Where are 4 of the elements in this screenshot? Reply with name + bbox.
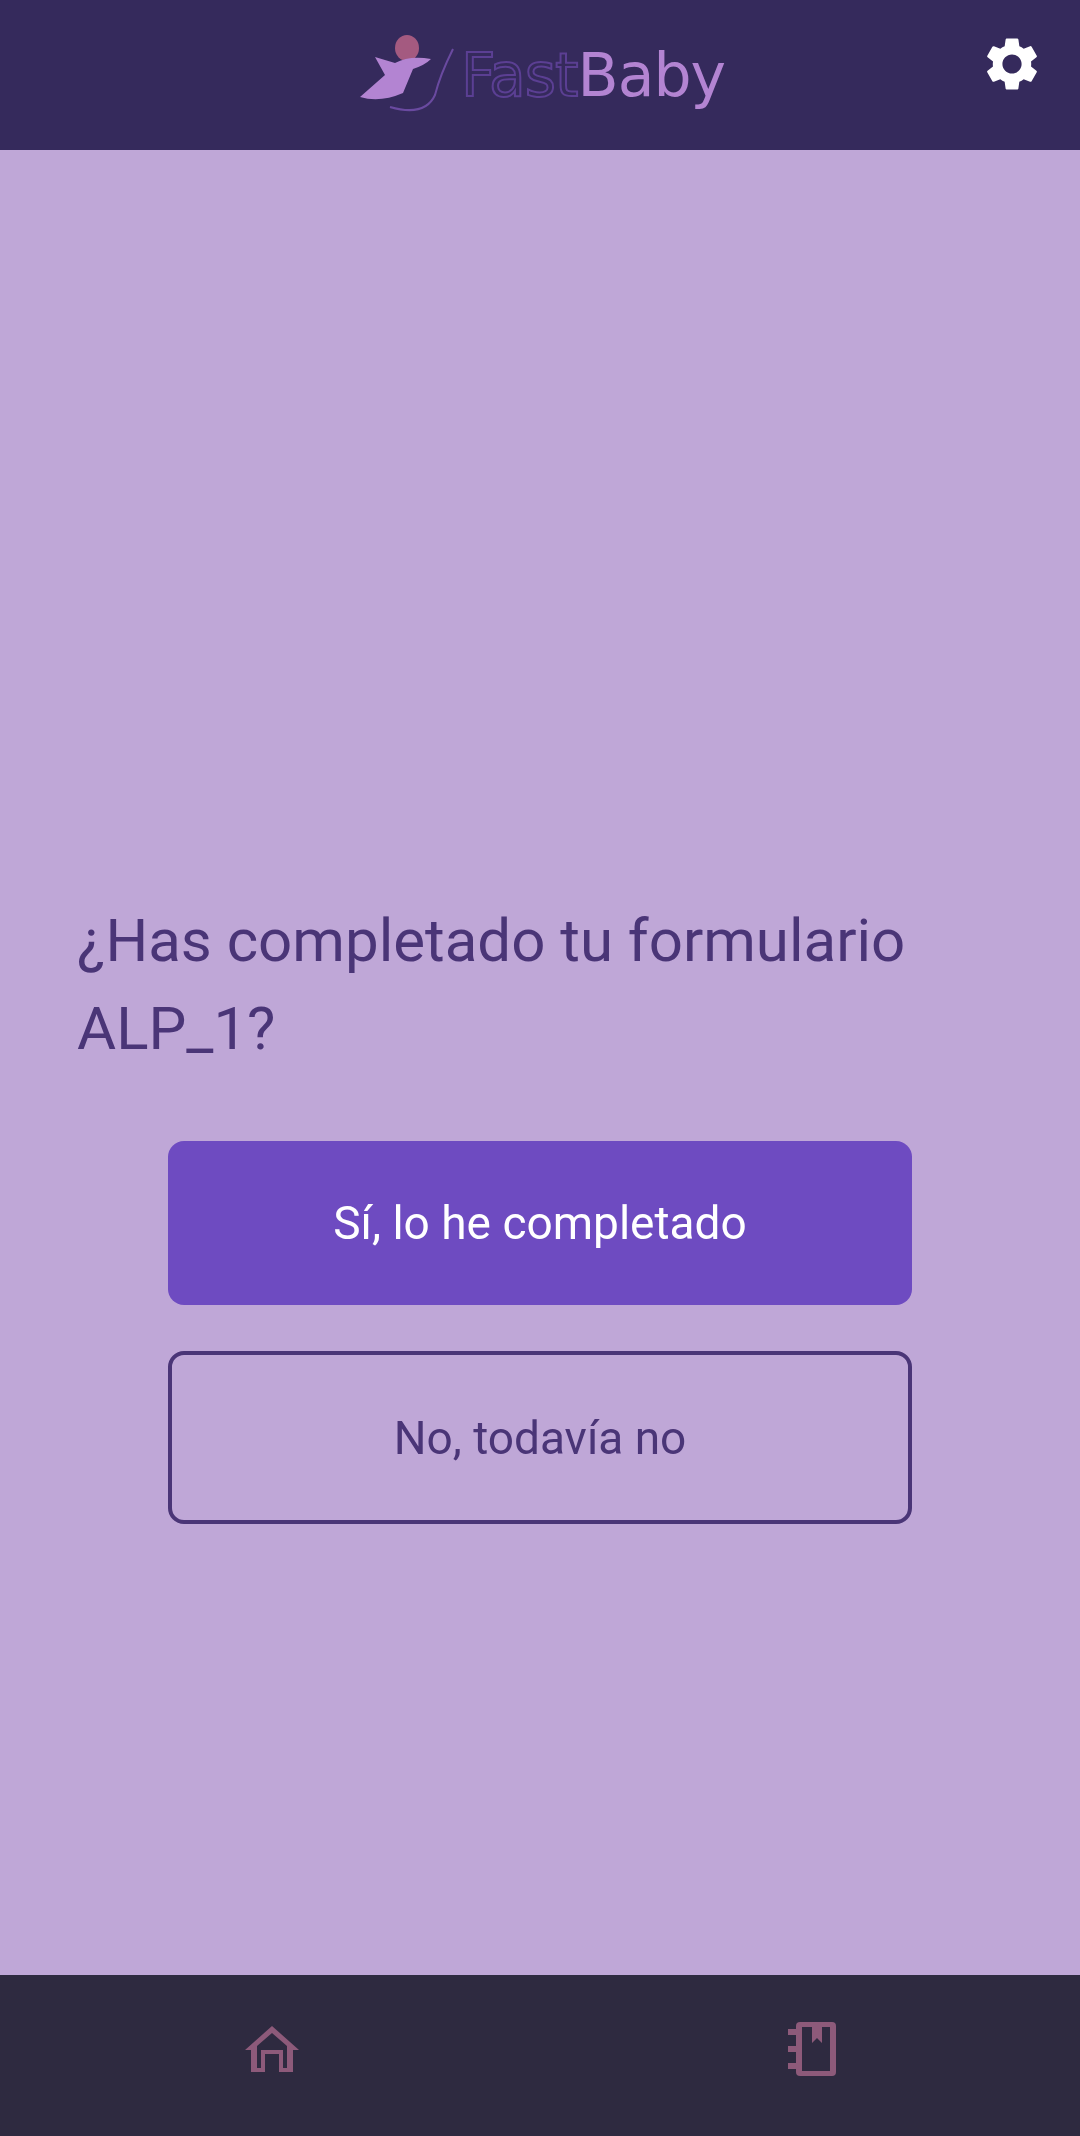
confirm-button[interactable]: Sí, lo he completado [168, 1141, 912, 1305]
question-text: ¿Has completado tu formulario ALP_1? [77, 904, 907, 1066]
decline-button[interactable]: No, todavía no [168, 1351, 912, 1524]
notebook-icon[interactable] [785, 2020, 838, 2077]
